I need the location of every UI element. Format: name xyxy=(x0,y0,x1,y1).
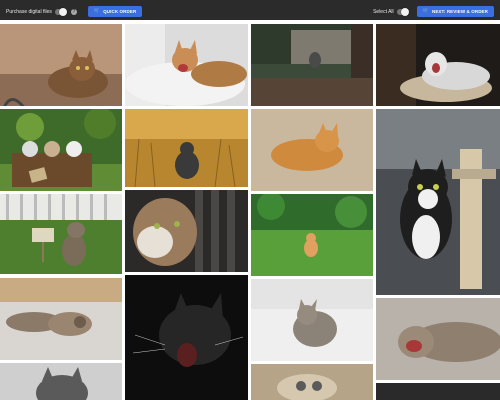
photo-kitten-in-field-image xyxy=(251,194,373,276)
cart-icon: 🛒 xyxy=(93,8,101,14)
photo-cat-on-sand[interactable] xyxy=(0,24,122,106)
photo-cat-stone-wall-image xyxy=(251,24,373,106)
photo-cat-in-grass-sunset[interactable] xyxy=(125,109,248,187)
photo-black-cat-yawning[interactable] xyxy=(125,275,248,400)
photo-black-white-cat-on-tree-image xyxy=(376,109,500,295)
photo-kitten-on-white-image xyxy=(251,279,373,361)
photo-cat-yawning-lying-image xyxy=(376,298,500,380)
photo-cat-yawning-bed-image xyxy=(125,24,248,106)
toolbar-right: Select All 🛒 NEXT: REVIEW & ORDER xyxy=(373,6,494,17)
photo-cats-on-blanket-image xyxy=(0,278,122,360)
photo-cat-closeup-fence-image xyxy=(125,190,248,272)
purchase-digital-label: Purchase digital files xyxy=(6,8,52,15)
photo-black-white-cat-on-tree[interactable] xyxy=(376,109,500,295)
photo-cat-bottom-right-image xyxy=(376,383,500,400)
photo-cat-bottom-right[interactable] xyxy=(376,383,500,400)
photo-cat-stone-wall[interactable] xyxy=(251,24,373,106)
photo-cats-on-blanket[interactable] xyxy=(0,278,122,360)
photo-cat-on-sand-image xyxy=(0,24,122,106)
photo-cat-yawning-bed[interactable] xyxy=(125,24,248,106)
photo-cat-yawning-dark-image xyxy=(376,24,500,106)
purchase-digital-toggle[interactable] xyxy=(54,7,67,16)
photo-kittens-in-basket[interactable] xyxy=(0,109,122,191)
photo-orange-cat-lying[interactable] xyxy=(251,109,373,191)
photo-tabby-cat-with-sign[interactable] xyxy=(0,194,122,274)
select-all-toggle[interactable] xyxy=(396,7,409,16)
quick-order-button[interactable]: 🛒 QUICK ORDER xyxy=(87,6,143,17)
help-icon[interactable]: ? xyxy=(70,8,77,15)
photo-cat-closeup-fence[interactable] xyxy=(125,190,248,272)
toggle-knob xyxy=(58,7,67,16)
photo-orange-cat-lying-image xyxy=(251,109,373,191)
toggle-knob xyxy=(400,7,409,16)
toolbar-left: Purchase digital files ? 🛒 QUICK ORDER xyxy=(6,6,143,17)
photo-cat-bottom-center[interactable] xyxy=(251,364,373,400)
next-review-label: NEXT: REVIEW & ORDER xyxy=(431,9,488,14)
quick-order-label: QUICK ORDER xyxy=(103,9,137,14)
cart-icon: 🛒 xyxy=(422,8,429,14)
photo-cat-bottom-center-image xyxy=(251,364,373,400)
select-all-label: Select All xyxy=(373,8,394,15)
photo-tabby-cat-with-sign-image xyxy=(0,194,122,274)
photo-cat-yawning-dark[interactable] xyxy=(376,24,500,106)
photo-cat-in-grass-sunset-image xyxy=(125,109,248,187)
photo-kitten-on-white[interactable] xyxy=(251,279,373,361)
top-toolbar: Purchase digital files ? 🛒 QUICK ORDER S… xyxy=(0,0,500,20)
photo-cat-bottom-left-image xyxy=(0,363,122,400)
photo-kitten-in-field[interactable] xyxy=(251,194,373,276)
photo-cat-yawning-lying[interactable] xyxy=(376,298,500,380)
photo-black-cat-yawning-image xyxy=(125,275,248,400)
photo-kittens-in-basket-image xyxy=(0,109,122,191)
photo-cat-bottom-left[interactable] xyxy=(0,363,122,400)
next-review-button[interactable]: 🛒 NEXT: REVIEW & ORDER xyxy=(416,6,494,17)
